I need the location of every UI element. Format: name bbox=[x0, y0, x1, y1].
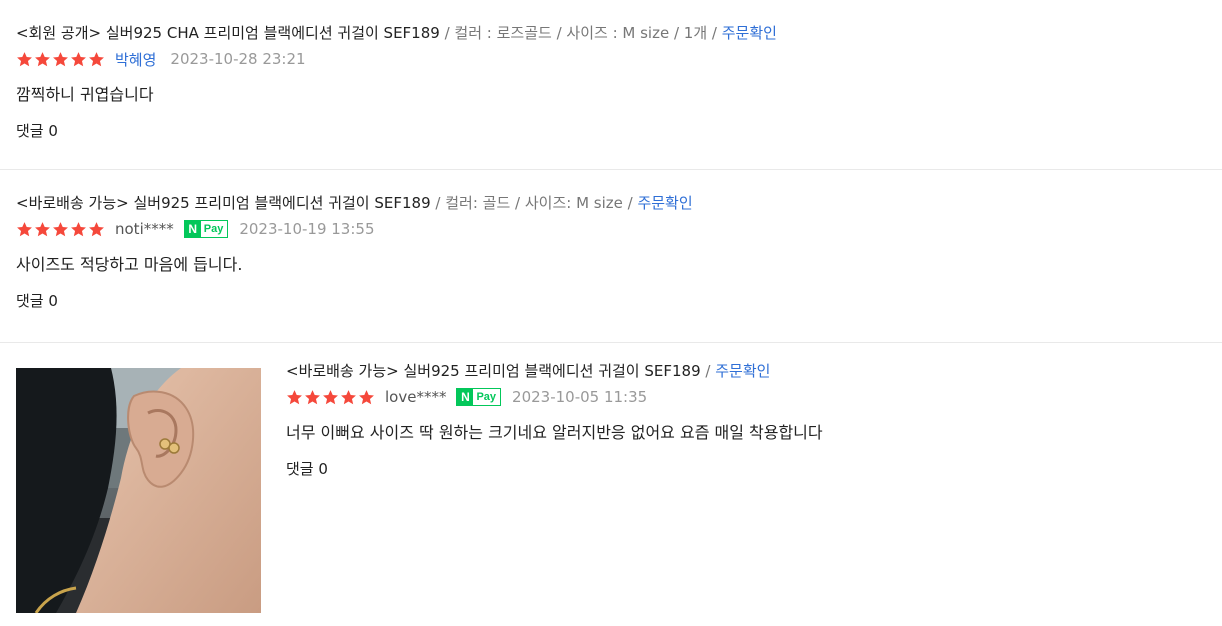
review-meta: love**** N Pay 2023-10-05 11:35 bbox=[286, 386, 823, 408]
star-icon bbox=[35, 51, 50, 66]
npay-pay-text: Pay bbox=[476, 391, 497, 403]
npay-badge-icon: N Pay bbox=[183, 220, 229, 238]
review-item: <바로배송 가능> 실버925 프리미엄 블랙에디션 귀걸이 SEF189 / … bbox=[0, 343, 1222, 626]
review-product-line: <바로배송 가능> 실버925 프리미엄 블랙에디션 귀걸이 SEF189 / … bbox=[286, 360, 823, 382]
star-icon bbox=[89, 51, 104, 66]
review-date: 2023-10-28 23:21 bbox=[170, 50, 306, 68]
review-text: 깜찍하니 귀엽습니다 bbox=[16, 85, 154, 104]
review-list: <회원 공개> 실버925 CHA 프리미엄 블랙에디션 귀걸이 SEF189 … bbox=[0, 0, 1222, 626]
review-date: 2023-10-05 11:35 bbox=[512, 388, 648, 406]
star-icon bbox=[359, 389, 374, 404]
comment-count-button[interactable]: 댓글 0 bbox=[16, 120, 1222, 142]
product-options: / 컬러: 골드 / 사이즈: M size / bbox=[430, 194, 638, 212]
star-icon bbox=[17, 51, 32, 66]
review-author: noti**** bbox=[115, 220, 174, 238]
star-rating bbox=[286, 389, 375, 406]
star-icon bbox=[89, 221, 104, 236]
npay-badge-icon: N Pay bbox=[456, 388, 502, 406]
review-photo-icon bbox=[16, 368, 261, 613]
review-item: <바로배송 가능> 실버925 프리미엄 블랙에디션 귀걸이 SEF189 / … bbox=[0, 170, 1222, 343]
review-product-line: <바로배송 가능> 실버925 프리미엄 블랙에디션 귀걸이 SEF189 / … bbox=[16, 192, 1222, 214]
npay-n-mark: N bbox=[457, 389, 474, 405]
star-rating bbox=[16, 51, 105, 68]
star-icon bbox=[71, 221, 86, 236]
review-item: <회원 공개> 실버925 CHA 프리미엄 블랙에디션 귀걸이 SEF189 … bbox=[0, 0, 1222, 170]
review-meta: 박혜영 2023-10-28 23:21 bbox=[16, 48, 1222, 70]
order-confirm-link[interactable]: 주문확인 bbox=[722, 24, 777, 42]
star-icon bbox=[35, 221, 50, 236]
review-content: <바로배송 가능> 실버925 프리미엄 블랙에디션 귀걸이 SEF189 / … bbox=[286, 360, 823, 480]
review-author: 박혜영 bbox=[115, 50, 157, 69]
product-name: <회원 공개> 실버925 CHA 프리미엄 블랙에디션 귀걸이 SEF189 bbox=[16, 24, 440, 42]
order-confirm-link[interactable]: 주문확인 bbox=[637, 194, 692, 212]
star-icon bbox=[53, 221, 68, 236]
review-product-line: <회원 공개> 실버925 CHA 프리미엄 블랙에디션 귀걸이 SEF189 … bbox=[16, 22, 1222, 44]
star-icon bbox=[53, 51, 68, 66]
star-icon bbox=[323, 389, 338, 404]
npay-pay-text: Pay bbox=[203, 223, 224, 235]
review-text: 너무 이뻐요 사이즈 딱 원하는 크기네요 알러지반응 없어요 요즘 매일 착용… bbox=[286, 423, 823, 442]
product-name: <바로배송 가능> 실버925 프리미엄 블랙에디션 귀걸이 SEF189 bbox=[286, 362, 701, 380]
star-icon bbox=[71, 51, 86, 66]
star-rating bbox=[16, 221, 105, 238]
comment-count-button[interactable]: 댓글 0 bbox=[16, 290, 1222, 312]
star-icon bbox=[287, 389, 302, 404]
review-date: 2023-10-19 13:55 bbox=[239, 220, 375, 238]
product-name: <바로배송 가능> 실버925 프리미엄 블랙에디션 귀걸이 SEF189 bbox=[16, 194, 431, 212]
comment-count-button[interactable]: 댓글 0 bbox=[286, 458, 823, 480]
order-confirm-link[interactable]: 주문확인 bbox=[715, 362, 770, 380]
product-options: / 컬러 : 로즈골드 / 사이즈 : M size / 1개 / bbox=[439, 24, 722, 42]
product-options: / bbox=[700, 362, 716, 380]
star-icon bbox=[17, 221, 32, 236]
review-author: love**** bbox=[385, 388, 447, 406]
npay-n-mark: N bbox=[184, 221, 201, 237]
review-meta: noti**** N Pay 2023-10-19 13:55 bbox=[16, 218, 1222, 240]
review-text: 사이즈도 적당하고 마음에 듭니다. bbox=[16, 255, 243, 274]
star-icon bbox=[341, 389, 356, 404]
star-icon bbox=[305, 389, 320, 404]
review-photo[interactable] bbox=[16, 368, 261, 613]
